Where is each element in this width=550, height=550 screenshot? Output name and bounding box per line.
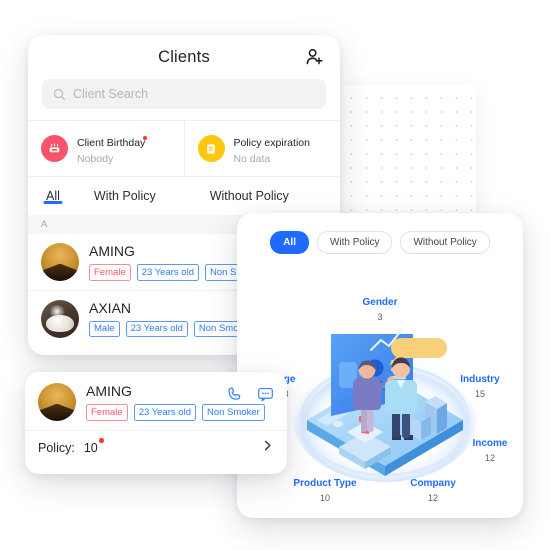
tag-gender: Female: [89, 264, 131, 281]
avatar: [41, 299, 79, 338]
clients-tabs: All With Policy Without Policy: [28, 177, 340, 215]
client-detail-actions: [227, 386, 274, 407]
page-title: Clients: [158, 47, 210, 66]
isometric-data-illustration: [293, 327, 477, 482]
tab-all[interactable]: All: [38, 189, 68, 204]
analytics-card: All With Policy Without Policy Gender 3 …: [237, 213, 523, 518]
client-detail-card: AMING Female 23 Years old Non Smoker Pol…: [25, 372, 287, 474]
tag-age: 23 Years old: [125, 320, 188, 338]
stat-policy-expiration[interactable]: Policy expiration No data: [183, 121, 341, 176]
message-icon[interactable]: [257, 386, 274, 407]
stat-birthday-title: Client Birthday: [77, 135, 148, 149]
pill-without-policy[interactable]: Without Policy: [400, 231, 490, 254]
policy-label: Policy:: [38, 441, 75, 455]
pill-all[interactable]: All: [270, 231, 309, 254]
search-container: Client Search: [28, 79, 340, 120]
policy-count-value: 10: [83, 441, 98, 455]
tab-with-policy[interactable]: With Policy: [86, 189, 164, 203]
metric-gender-label: Gender: [362, 297, 398, 308]
chevron-right-icon[interactable]: [261, 439, 274, 457]
notification-badge: [142, 135, 148, 140]
decorative-dot-panel: [338, 85, 476, 213]
client-name: AXIAN: [89, 299, 132, 316]
search-icon: [53, 88, 66, 100]
tab-active-indicator: [43, 201, 63, 204]
pill-with-policy[interactable]: With Policy: [316, 231, 393, 254]
client-tags: Male 23 Years old Non Smoker: [89, 320, 257, 338]
policy-count: 10: [83, 438, 104, 455]
analytics-filter-tabs: All With Policy Without Policy: [237, 213, 523, 254]
stat-birthday-value: Nobody: [77, 152, 114, 165]
policy-row[interactable]: Policy: 10: [25, 431, 287, 465]
tag-gender: Male: [89, 320, 120, 338]
stats-row: Client Birthday Nobody Policy expiration…: [28, 120, 340, 177]
metric-product-type-value: 10: [319, 493, 330, 503]
tag-gender: Female: [86, 404, 128, 421]
tab-without-policy[interactable]: Without Policy: [202, 189, 297, 203]
metric-company-value: 12: [427, 493, 438, 503]
avatar: [41, 243, 79, 281]
stat-birthday-label: Client Birthday: [77, 136, 146, 149]
screenshot-root: Clients Client Search Client Birthday No…: [0, 0, 550, 550]
document-icon: [197, 135, 225, 162]
client-detail-header: AMING Female 23 Years old Non Smoker: [25, 372, 287, 421]
clients-header: Clients: [28, 35, 340, 79]
stat-policy-title: Policy expiration: [233, 136, 310, 149]
avatar: [38, 383, 76, 421]
birthday-cake-icon: [41, 135, 68, 162]
notification-badge: [99, 438, 104, 443]
search-input[interactable]: Client Search: [42, 79, 326, 109]
add-person-icon[interactable]: [304, 46, 326, 68]
phone-icon[interactable]: [227, 386, 243, 407]
stat-policy-value: No data: [233, 152, 271, 165]
stat-client-birthday[interactable]: Client Birthday Nobody: [28, 121, 184, 176]
tag-age: 23 Years old: [133, 404, 196, 421]
search-placeholder: Client Search: [73, 87, 149, 101]
tag-age: 23 Years old: [136, 264, 199, 281]
